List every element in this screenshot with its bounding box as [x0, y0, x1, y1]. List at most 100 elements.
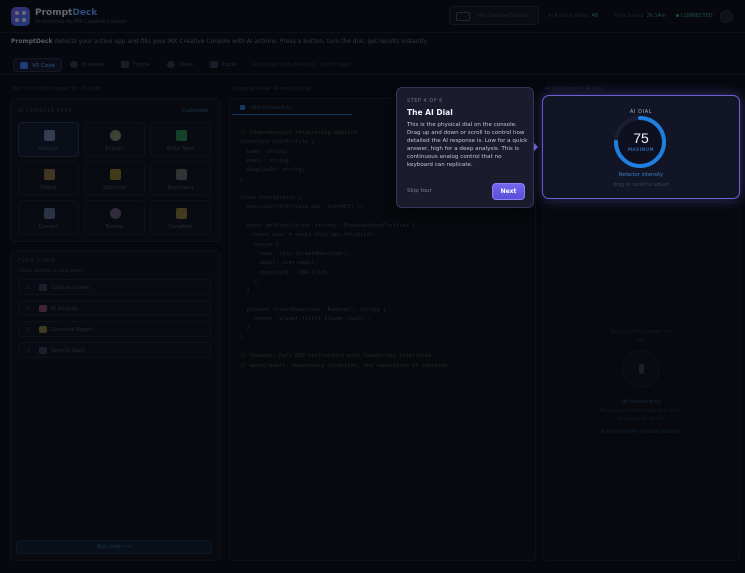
empty-state-text: No captured outputs yet — [610, 329, 672, 335]
key-explain[interactable]: Explain — [84, 122, 145, 157]
code-line: const user = await this.api.fetch(id); — [240, 232, 377, 239]
code-line: // Changes: Full OOP restructure with Ty… — [240, 353, 435, 360]
code-line: constructor(private api: UserAPI) {} — [240, 204, 364, 211]
knob-icon — [622, 350, 660, 388]
code-line: displayId: `USR-${id}` — [240, 269, 331, 276]
code-line: }; — [240, 278, 260, 285]
file-icon — [240, 105, 245, 110]
feature-desc-2: to trigger an action — [616, 416, 666, 422]
tab-excel[interactable]: Excel — [204, 58, 243, 72]
intro-text: PromptDeck detects your active app and f… — [11, 38, 429, 45]
tour-popover: STEP 4 OF 6 The AI Dial This is the phys… — [396, 87, 534, 208]
tour-step-count: STEP 4 OF 6 — [407, 98, 443, 104]
tab-figma[interactable]: Figma — [115, 58, 156, 72]
convert-icon — [44, 208, 55, 219]
code-line: email: string; — [240, 157, 292, 164]
code-line: } — [240, 334, 244, 341]
editor-heading: Output preview · AI result inline — [231, 86, 311, 92]
bulb-icon — [110, 130, 121, 141]
app-header: PromptDeck AI shortcuts for MX Creative … — [0, 0, 745, 33]
tour-title: The AI Dial — [407, 108, 453, 117]
run-chain-button[interactable]: Run chain ⟶ — [16, 540, 212, 554]
check-icon — [176, 130, 187, 141]
sheet-icon — [210, 61, 218, 68]
key-convert[interactable]: Convert — [18, 200, 79, 235]
brain-icon — [39, 305, 47, 312]
report-icon — [39, 326, 47, 333]
dial-hint: drag or scroll to adjust — [612, 182, 670, 188]
code-line: } — [240, 176, 244, 183]
flow-step[interactable]: 4 Send to Slack — [18, 342, 211, 358]
avatar[interactable] — [720, 10, 733, 23]
dial-value: 75 — [633, 130, 649, 146]
left-heading: Your 3×3 button layout for VS Code — [12, 86, 102, 92]
dial-mode: MAXIMUM — [628, 148, 654, 153]
key-document[interactable]: Document — [150, 161, 211, 196]
key-optimize[interactable]: Optimize — [84, 161, 145, 196]
tour-pointer-icon — [534, 143, 538, 151]
key-complete[interactable]: Complete — [150, 200, 211, 235]
key-review[interactable]: Review — [84, 200, 145, 235]
app-logo-icon — [11, 7, 30, 26]
doc-icon — [176, 169, 187, 180]
flow-chain-panel — [10, 250, 221, 561]
tab-browser[interactable]: Browser — [64, 58, 110, 72]
file-tab[interactable]: refactor-result.ts — [232, 101, 352, 115]
code-line: // async/await, dependency injection, an… — [240, 362, 448, 369]
flow-step[interactable]: 1 Capture Screen — [18, 279, 211, 295]
code-line: async getProfile(id: string): Promise<Us… — [240, 223, 416, 229]
code-line: displayId: string; — [240, 167, 305, 174]
code-line: // Comprehensive refactoring applied — [240, 130, 357, 136]
code-line: interface UserProfile { — [240, 139, 315, 146]
customize-link[interactable]: Customize — [182, 108, 208, 114]
key-debug[interactable]: Debug — [18, 161, 79, 196]
chat-icon — [167, 61, 175, 68]
console-connect-button[interactable]: MX Creative Console — [449, 6, 539, 25]
tab-vscode[interactable]: VS Code — [13, 58, 63, 72]
console-icon — [456, 12, 470, 21]
code-line: email: user.email, — [240, 260, 318, 267]
sparkle-icon — [176, 208, 187, 219]
code-icon — [20, 62, 28, 69]
tab-hint: Active app auto-detected · Switch apps — [252, 62, 351, 68]
globe-icon — [70, 61, 78, 68]
code-line: } — [240, 325, 250, 332]
flow-step[interactable]: 3 Generate Report — [18, 321, 211, 337]
app-subtitle: AI shortcuts for MX Creative Console — [35, 19, 127, 25]
pen-icon — [121, 61, 129, 68]
dial-caption: Refactor intensity — [618, 172, 664, 178]
flow-subtitle: Chain actions in one press — [18, 268, 84, 274]
code-line: } — [240, 288, 250, 295]
code-line: return `${user.first} ${user.last}`; — [240, 316, 370, 322]
code-line: private formatName(user: RawUser): strin… — [240, 306, 387, 313]
app-tabs: VS Code Browser Figma Slack Excel Active… — [0, 55, 745, 75]
status-dot-icon — [676, 14, 679, 17]
tab-slack[interactable]: Slack — [161, 58, 200, 72]
dial-heading: Analog control · AI Dial — [545, 86, 603, 92]
code-line: class UserService { — [240, 195, 302, 202]
bug-icon — [44, 169, 55, 180]
app-title: PromptDeck — [35, 8, 98, 18]
bolt-icon — [110, 169, 121, 180]
key-write-tests[interactable]: Write Tests — [150, 122, 211, 157]
refactor-icon — [44, 130, 55, 141]
idle-text: Idle — [636, 338, 646, 344]
flow-title: FLOW CHAIN — [18, 258, 56, 264]
feature-status: No feature drag — [621, 399, 661, 405]
stat-actions: AI Actions Today: 48 — [548, 13, 599, 19]
send-icon — [39, 347, 47, 354]
activate-features-link[interactable]: Activate all MX Console features — [542, 429, 740, 435]
connection-status: CONNECTED — [676, 13, 713, 19]
eye-icon — [110, 208, 121, 219]
code-line: return { — [240, 241, 279, 248]
next-button[interactable]: Next — [492, 183, 525, 200]
feature-desc-1: Press any button, twist the knob, — [599, 408, 683, 414]
stat-time-saved: Time Saved: 2h 14m — [614, 13, 666, 19]
keys-title: AI CONSOLE KEYS — [18, 108, 72, 114]
skip-tour-button[interactable]: Skip tour — [407, 188, 432, 194]
flow-step[interactable]: 2 AI Analyze — [18, 300, 211, 316]
code-line: name: this.formatName(user), — [240, 250, 351, 257]
key-refactor[interactable]: Refactor — [18, 122, 79, 157]
code-line: name: string; — [240, 148, 289, 155]
camera-icon — [39, 284, 47, 291]
